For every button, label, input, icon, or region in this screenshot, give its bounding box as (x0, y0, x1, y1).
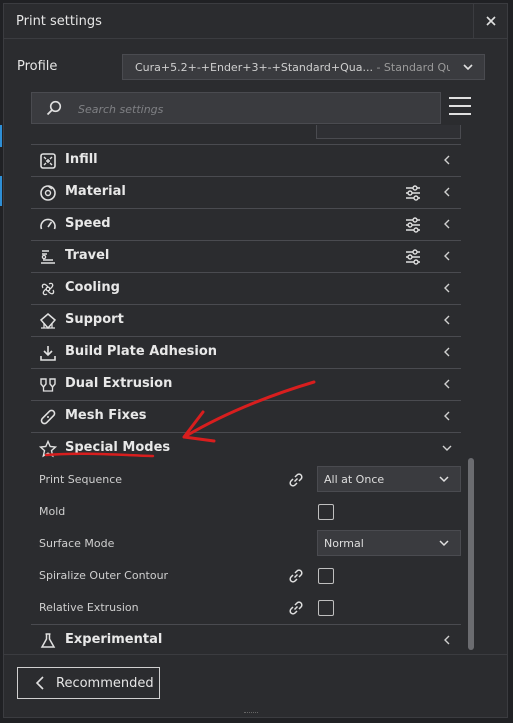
dropdown-value: All at Once (324, 473, 385, 486)
window-title: Print settings (16, 13, 102, 29)
footer-divider (4, 654, 507, 655)
category-mesh-fixes[interactable]: Mesh Fixes (31, 400, 461, 432)
chevron-left-icon (444, 219, 450, 229)
build-plate-icon (40, 346, 56, 361)
setting-label: Relative Extrusion (39, 601, 139, 614)
background-edge-mark (0, 125, 2, 147)
search-icon (46, 100, 62, 116)
sliders-icon[interactable] (405, 249, 421, 265)
link-icon[interactable] (287, 599, 305, 617)
dual-extrusion-icon (40, 378, 56, 392)
category-support[interactable]: Support (31, 304, 461, 336)
travel-icon (41, 250, 55, 264)
category-label: Material (65, 184, 126, 199)
surface-mode-dropdown[interactable]: Normal (317, 530, 461, 556)
spiralize-checkbox[interactable] (318, 568, 334, 584)
category-dual-extrusion[interactable]: Dual Extrusion (31, 368, 461, 400)
settings-menu-button[interactable] (449, 97, 471, 117)
sliders-icon[interactable] (405, 217, 421, 233)
setting-relative-extrusion: Relative Extrusion (31, 592, 461, 624)
title-bar: Print settings (4, 4, 507, 39)
link-icon[interactable] (287, 567, 305, 585)
link-icon[interactable] (287, 471, 305, 489)
close-button[interactable] (473, 4, 507, 38)
category-label: Cooling (65, 280, 120, 295)
chevron-left-icon (444, 155, 450, 165)
print-sequence-dropdown[interactable]: All at Once (317, 466, 461, 492)
resize-grip[interactable] (244, 712, 258, 715)
print-settings-panel: Print settings Profile Cura+5.2+-+Ender+… (3, 3, 508, 718)
chevron-left-icon (444, 411, 450, 421)
chevron-left-icon (444, 315, 450, 325)
category-speed[interactable]: Speed (31, 208, 461, 240)
chevron-left-icon (444, 251, 450, 261)
chevron-left-icon (35, 676, 44, 690)
category-experimental[interactable]: Experimental (31, 624, 461, 648)
category-material[interactable]: Material (31, 176, 461, 208)
chevron-down-icon (442, 445, 452, 451)
category-label: Speed (65, 216, 111, 231)
chevron-left-icon (444, 347, 450, 357)
category-travel[interactable]: Travel (31, 240, 461, 272)
mold-checkbox[interactable] (318, 504, 334, 520)
flask-icon (40, 633, 56, 648)
category-cooling[interactable]: Cooling (31, 272, 461, 304)
category-special-modes[interactable]: Special Modes (31, 432, 461, 464)
background-edge-mark (0, 176, 2, 206)
infill-icon (40, 153, 56, 169)
setting-mold: Mold (31, 496, 461, 528)
chevron-left-icon (444, 379, 450, 389)
chevron-left-icon (444, 187, 450, 197)
category-build-plate-adhesion[interactable]: Build Plate Adhesion (31, 336, 461, 368)
category-label: Infill (65, 152, 98, 167)
search-box (31, 92, 441, 124)
support-icon (39, 313, 57, 330)
sliders-icon[interactable] (405, 185, 421, 201)
category-infill[interactable]: Infill (31, 144, 461, 176)
category-label: Special Modes (65, 440, 171, 455)
profile-suffix: - Standard Qu... (376, 60, 450, 74)
setting-label: Surface Mode (39, 537, 115, 550)
chevron-down-icon (463, 64, 473, 71)
recommended-label: Recommended (56, 676, 154, 691)
chevron-left-icon (444, 635, 450, 645)
category-label: Build Plate Adhesion (65, 344, 218, 359)
speed-icon (40, 218, 56, 230)
chevron-down-icon (439, 476, 449, 483)
category-label: Support (65, 312, 124, 327)
setting-print-sequence: Print Sequence All at Once (31, 464, 461, 496)
material-icon (40, 185, 56, 201)
setting-label: Print Sequence (39, 473, 123, 486)
recommended-button[interactable]: Recommended (17, 667, 160, 699)
setting-label: Mold (39, 505, 66, 518)
category-label: Experimental (65, 632, 163, 647)
settings-scrollbar[interactable] (468, 458, 474, 650)
setting-label: Spiralize Outer Contour (39, 569, 169, 582)
profile-value: Cura+5.2+-+Ender+3+-+Standard+Qua... (135, 60, 373, 74)
search-input[interactable] (76, 99, 420, 119)
mesh-fixes-icon (40, 409, 56, 425)
category-label: Travel (65, 248, 110, 263)
star-icon (39, 440, 57, 458)
setting-surface-mode: Surface Mode Normal (31, 528, 461, 560)
relative-extrusion-checkbox[interactable] (318, 600, 334, 616)
collapsed-section-stub (316, 125, 461, 139)
chevron-down-icon (439, 540, 449, 547)
dropdown-value: Normal (324, 537, 364, 550)
settings-list: Infill Material Speed Travel Cooling Sup… (31, 125, 461, 648)
profile-select[interactable]: Cura+5.2+-+Ender+3+-+Standard+Qua... - S… (122, 54, 485, 80)
close-icon (485, 16, 496, 26)
profile-row: Profile Cura+5.2+-+Ender+3+-+Standard+Qu… (4, 54, 507, 80)
category-label: Dual Extrusion (65, 376, 173, 391)
chevron-left-icon (444, 283, 450, 293)
category-label: Mesh Fixes (65, 408, 147, 423)
cooling-icon (41, 282, 55, 296)
setting-spiralize-outer-contour: Spiralize Outer Contour (31, 560, 461, 592)
profile-label: Profile (17, 59, 58, 74)
